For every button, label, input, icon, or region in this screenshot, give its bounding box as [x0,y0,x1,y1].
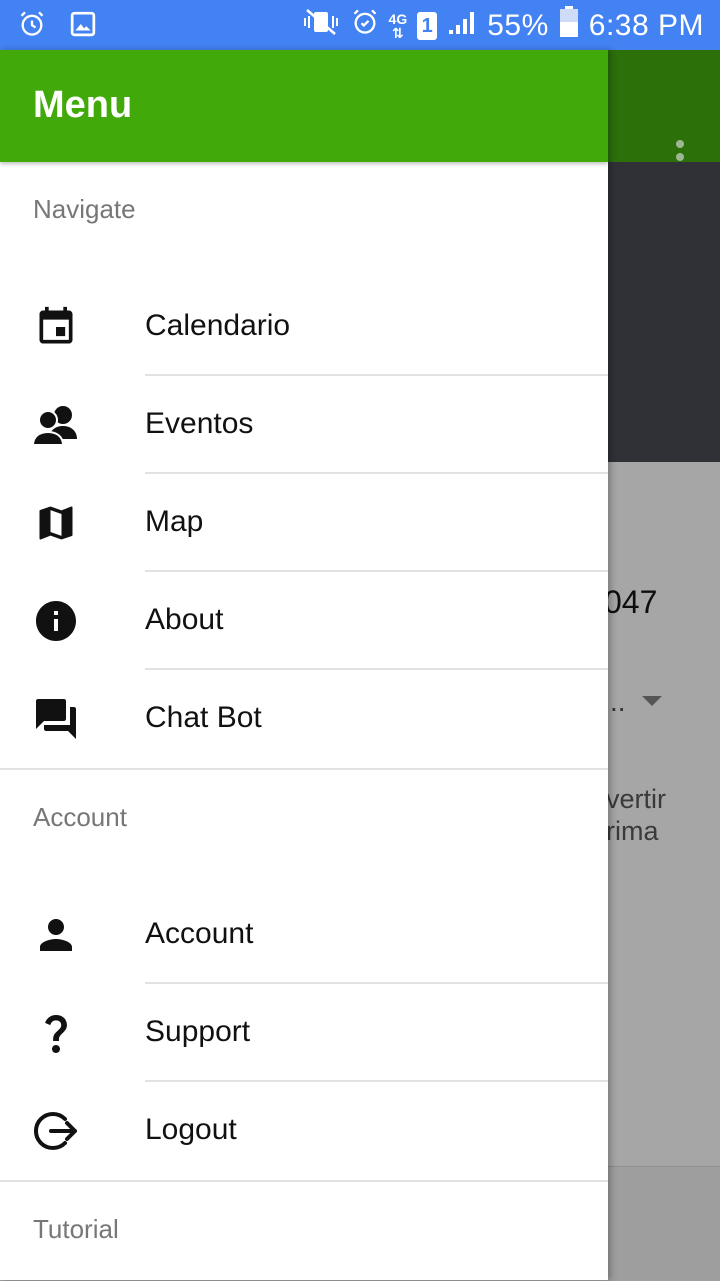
section-label-account: Account [33,802,127,832]
menu-item-chat-bot[interactable]: Chat Bot [0,670,608,768]
menu-item-eventos[interactable]: Eventos [0,376,608,474]
dropdown-caret-icon [642,696,662,706]
menu-item-map[interactable]: Map [0,474,608,572]
chat-icon [30,697,82,741]
menu-item-label: Support [145,1015,251,1048]
section-label-tutorial: Tutorial [33,1214,119,1244]
menu-item-about[interactable]: About [0,572,608,670]
logout-icon [30,1109,82,1153]
vibrate-mute-icon [301,8,341,44]
alarm-icon [351,8,379,44]
menu-item-logout[interactable]: Logout [0,1082,608,1180]
section-divider [0,1180,608,1182]
battery-icon [559,6,579,46]
drawer-header: Menu [0,50,608,162]
menu-item-label: About [145,603,224,636]
network-type-icon: 4G ⇅ [388,11,408,41]
image-icon [70,11,96,42]
section-divider [0,768,608,770]
person-icon [30,913,82,957]
menu-item-label: Calendario [145,309,291,342]
menu-item-label: Account [145,917,254,950]
map-icon [30,501,82,545]
menu-item-support[interactable]: Support [0,984,608,1082]
menu-item-label: Chat Bot [145,701,262,734]
people-icon [30,403,82,447]
help-icon [30,1011,82,1055]
background-dropdown-value: .. [610,686,626,717]
drawer-title: Menu [33,84,133,126]
signal-icon [447,8,477,44]
menu-item-label: Eventos [145,407,254,440]
background-text-line: rima [606,816,659,846]
menu-item-label: Map [145,505,204,538]
section-label-navigate: Navigate [33,194,136,224]
sim-icon: 1 [417,12,438,40]
menu-item-calendario[interactable]: Calendario [0,278,608,376]
calendar-icon [30,305,82,349]
alarm-icon [18,10,46,43]
menu-item-account[interactable]: Account [0,886,608,984]
status-bar: 4G ⇅ 1 55% 6:38 PM [0,0,720,50]
menu-item-label: Logout [145,1113,237,1146]
battery-percent: 55% [487,9,549,42]
background-number: 047 [604,584,658,620]
info-icon [30,599,82,643]
background-text-line: vertir [606,784,666,814]
navigation-drawer: Menu Navigate Calendario Eventos Map Abo… [0,50,608,1280]
clock: 6:38 PM [588,9,704,42]
